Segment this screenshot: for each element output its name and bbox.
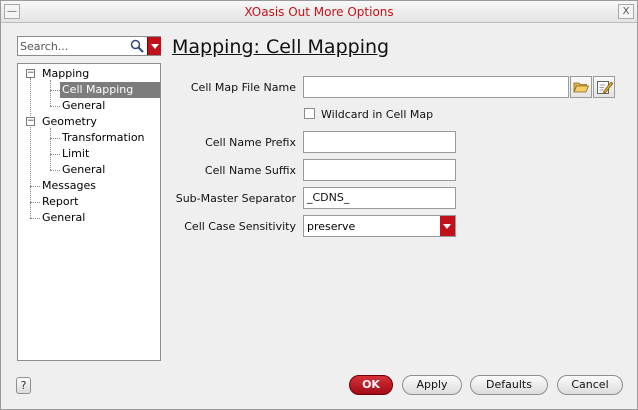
cell-name-suffix-label: Cell Name Suffix <box>204 164 296 177</box>
tree-connector <box>30 218 40 219</box>
browse-folder-button[interactable] <box>570 76 592 98</box>
tree-connector <box>30 202 40 203</box>
tree-item-general[interactable]: General <box>42 210 85 226</box>
tree-connector <box>30 186 40 187</box>
edit-file-button[interactable] <box>593 76 615 98</box>
tree-item-transformation[interactable]: Transformation <box>62 130 145 146</box>
edit-icon <box>597 81 614 94</box>
tree-expand-toggle[interactable]: − <box>26 117 35 126</box>
search-box <box>17 36 161 56</box>
tree-connector <box>50 154 60 155</box>
search-icon[interactable] <box>129 38 145 54</box>
cancel-button[interactable]: Cancel <box>557 375 623 395</box>
title-bar[interactable]: — XOasis Out More Options X <box>1 1 637 23</box>
search-input[interactable] <box>18 37 126 55</box>
tree-item-limit[interactable]: Limit <box>62 146 89 162</box>
search-dropdown-button[interactable] <box>147 37 161 55</box>
cell-case-sensitivity-value: preserve <box>307 220 356 233</box>
page-title: Mapping: Cell Mapping <box>172 36 390 58</box>
tree-item-messages[interactable]: Messages <box>42 178 96 194</box>
tree-item-mapping[interactable]: Mapping <box>42 66 89 82</box>
cell-map-file-input[interactable] <box>303 76 569 98</box>
wildcard-checkbox[interactable] <box>304 108 315 119</box>
dialog-window: — XOasis Out More Options X − Mapping Ce… <box>0 0 638 410</box>
close-button[interactable]: X <box>618 4 634 19</box>
tree-item-geometry[interactable]: Geometry <box>42 114 97 130</box>
options-tree: − Mapping Cell Mapping General − Geometr… <box>17 63 161 361</box>
ok-button[interactable]: OK <box>349 375 393 395</box>
folder-open-icon <box>573 82 590 93</box>
defaults-button[interactable]: Defaults <box>470 375 548 395</box>
tree-item-mapping-general[interactable]: General <box>62 98 105 114</box>
tree-connector <box>50 170 60 171</box>
cell-name-prefix-label: Cell Name Prefix <box>205 136 296 149</box>
tree-expand-toggle[interactable]: − <box>26 69 35 78</box>
tree-connector <box>50 138 60 139</box>
chevron-down-icon[interactable] <box>440 216 455 236</box>
tree-item-report[interactable]: Report <box>42 194 78 210</box>
cell-map-file-label: Cell Map File Name <box>190 81 296 94</box>
tree-connector <box>50 90 60 91</box>
cell-name-suffix-input[interactable] <box>303 159 456 181</box>
sub-master-separator-input[interactable]: _CDNS_ <box>303 187 456 209</box>
sub-master-separator-label: Sub-Master Separator <box>175 192 296 205</box>
help-button[interactable]: ? <box>16 377 31 394</box>
tree-connector <box>50 80 51 106</box>
cell-case-sensitivity-select[interactable]: preserve <box>303 215 456 237</box>
wildcard-label: Wildcard in Cell Map <box>321 108 434 121</box>
tree-connector <box>50 128 51 170</box>
tree-item-cell-mapping[interactable]: Cell Mapping <box>60 82 160 98</box>
cell-case-sensitivity-label: Cell Case Sensitivity <box>184 220 296 233</box>
cell-name-prefix-input[interactable] <box>303 131 456 153</box>
tree-connector <box>30 78 31 218</box>
window-title: XOasis Out More Options <box>244 5 394 19</box>
tree-item-geometry-general[interactable]: General <box>62 162 105 178</box>
tree-connector <box>50 106 60 107</box>
apply-button[interactable]: Apply <box>402 375 462 395</box>
